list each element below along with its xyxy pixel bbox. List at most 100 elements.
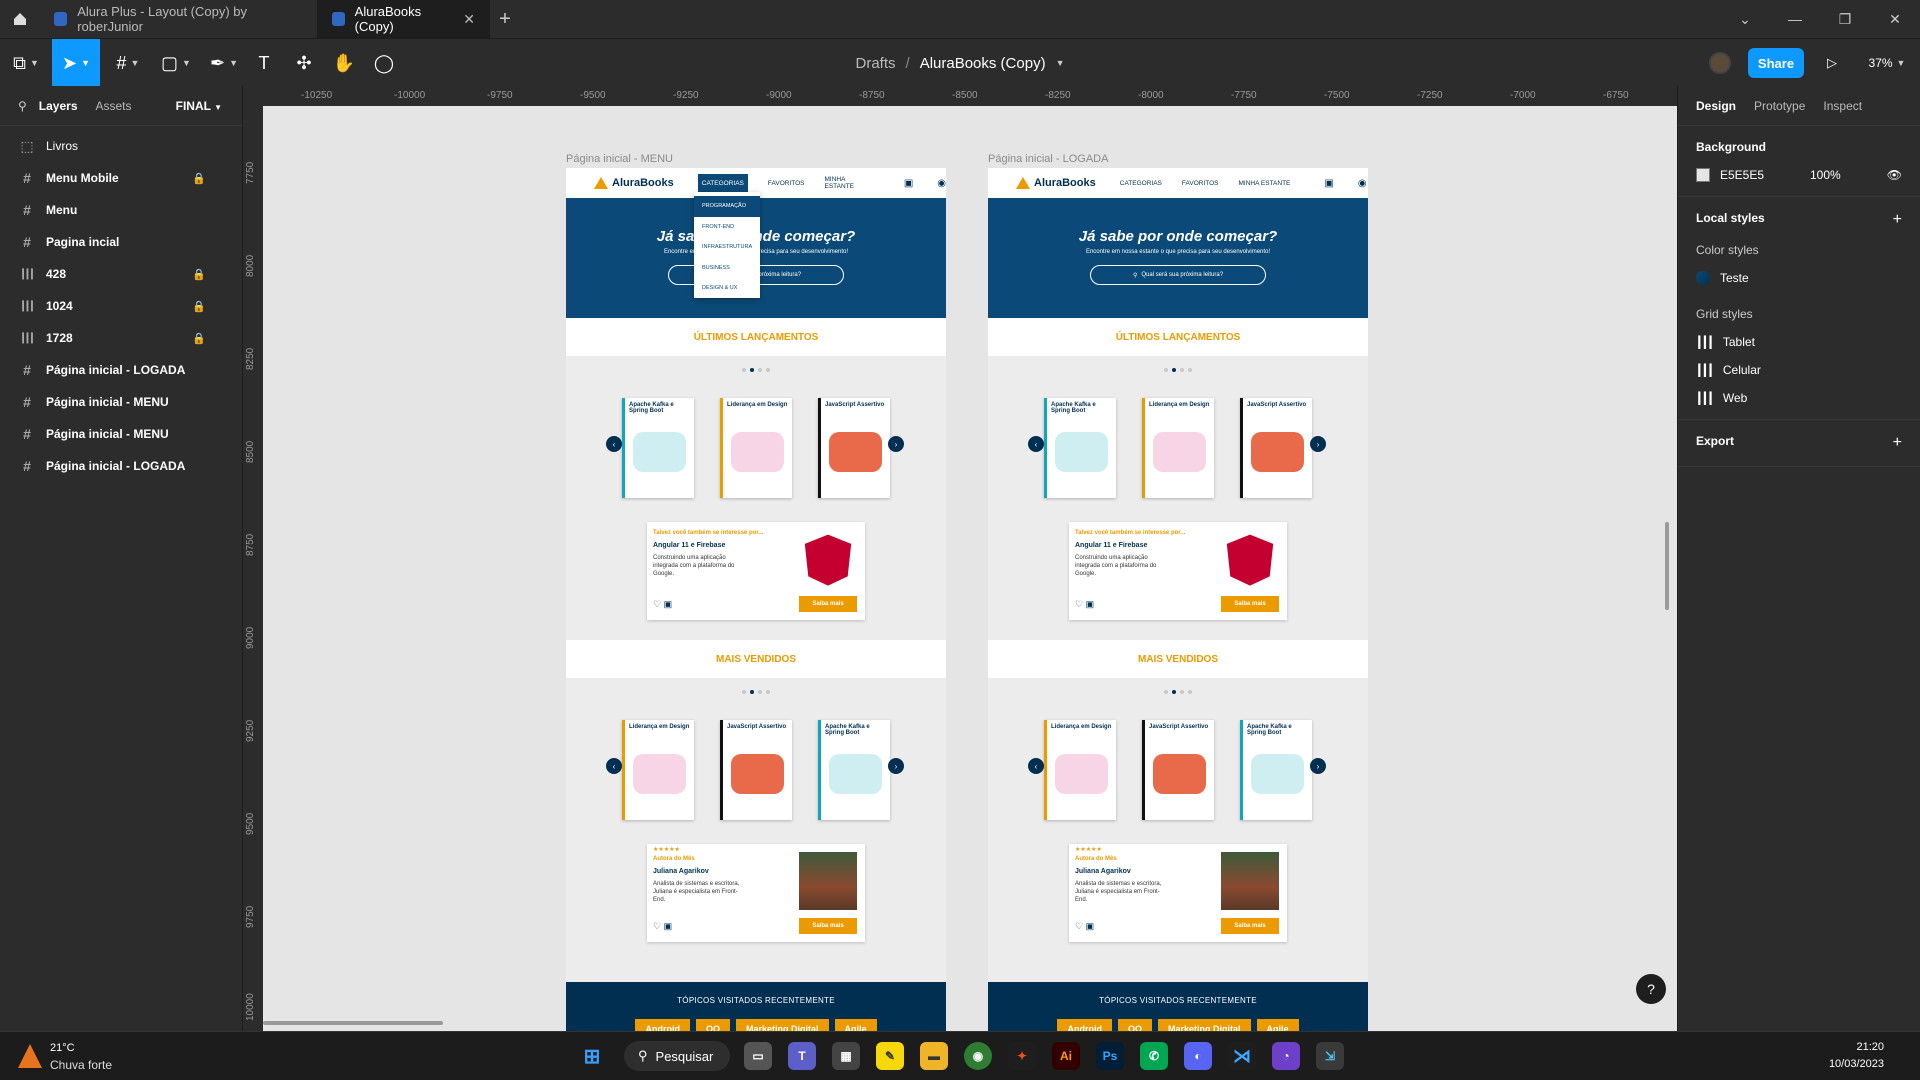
main-menu-button[interactable]: ⧉ ▼ [6,39,46,87]
carousel-dot[interactable] [758,368,762,372]
lock-icon[interactable]: 🔒 [192,172,206,185]
chevron-down-icon[interactable]: ⌄ [1720,0,1770,38]
card2-button[interactable]: Saiba mais [799,918,857,934]
comment-tool[interactable]: ◯ [372,39,396,87]
canvas[interactable]: -10250 -10000 -9750 -9500 -9250 -9000 -8750 -85… [243,86,1677,1031]
carousel-dot[interactable] [1172,368,1176,372]
plus-icon[interactable]: + [1893,211,1902,229]
illustrator-icon[interactable]: Ai [1052,1042,1080,1070]
layer-item[interactable]: ┃┃┃ 1024 🔒 [0,290,242,322]
plus-icon[interactable]: + [1893,434,1902,452]
lock-icon[interactable]: 🔒 [192,332,206,345]
weather-warning-icon[interactable] [18,1044,42,1068]
nav-link[interactable]: CATEGORIAS [1120,180,1162,187]
page-selector[interactable]: FINAL ▼ [176,99,222,113]
carousel-dot[interactable] [742,690,746,694]
color-style-item[interactable]: Teste [1696,271,1902,285]
bag-icon[interactable]: ▣ [664,921,673,931]
site-logo[interactable]: AluraBooks [1016,177,1096,189]
frame-label-menu[interactable]: Página inicial - MENU [566,153,673,165]
dropdown-item[interactable]: BUSINESS [694,258,760,279]
topic-tag[interactable]: OO [1117,1019,1152,1031]
phone-app-icon[interactable]: ✆ [1140,1042,1168,1070]
background-swatch[interactable] [1696,168,1710,182]
dropdown-item[interactable]: PROGRAMAÇÃO [694,196,760,217]
carousel-dot[interactable] [1164,368,1168,372]
task-view-icon[interactable]: ▭ [744,1042,772,1070]
pen-tool[interactable]: ✒ ▼ [204,39,244,87]
nav-link[interactable]: FAVORITOS [1182,180,1219,187]
frame-pagina-inicial-menu[interactable]: AluraBooks CATEGORIAS FAVORITOS MINHA ESTAN… [566,168,946,1031]
search-icon[interactable]: ⚲ [18,99,27,113]
calculator-icon[interactable]: ▦ [832,1042,860,1070]
carousel-dot[interactable] [766,690,770,694]
grid-style-item[interactable]: ┃┃┃ Tablet [1696,335,1902,349]
book-card[interactable]: Liderança em Design [1044,720,1116,820]
sticky-notes-icon[interactable]: ✎ [876,1042,904,1070]
layer-item[interactable]: # Página inicial - LOGADA [0,450,242,482]
frame-pagina-inicial-logada[interactable]: AluraBooks CATEGORIAS FAVORITOS MINHA ESTAN… [988,168,1368,1031]
carousel-next-button[interactable]: › [888,436,904,452]
book-card[interactable]: JavaScript Assertivo [720,720,792,820]
book-card[interactable]: Apache Kafka e Spring Boot [622,398,694,498]
layer-item[interactable]: ┃┃┃ 428 🔒 [0,258,242,290]
carousel-next-button[interactable]: › [1310,758,1326,774]
site-logo[interactable]: AluraBooks [594,177,674,189]
tab-layers[interactable]: Layers [39,99,78,113]
layer-item[interactable]: # Menu Mobile 🔒 [0,162,242,194]
card1-button[interactable]: Saiba mais [799,596,857,612]
file-name[interactable]: AluraBooks (Copy) [920,55,1046,72]
weather-temp[interactable]: 21°C [50,1042,75,1054]
weather-desc[interactable]: Chuva forte [50,1058,112,1072]
grid-style-item[interactable]: ┃┃┃ Web [1696,391,1902,405]
lock-icon[interactable]: 🔒 [192,300,206,313]
lock-icon[interactable]: 🔒 [192,268,206,281]
taskbar-search[interactable]: ⚲ Pesquisar [624,1041,730,1071]
vscode-icon[interactable]: ⋊ [1228,1042,1256,1070]
book-card[interactable]: JavaScript Assertivo [1142,720,1214,820]
close-window-button[interactable]: ✕ [1870,0,1920,38]
heart-icon[interactable]: ♡ [653,599,664,609]
taskbar-date[interactable]: 10/03/2023 [1829,1058,1884,1070]
layer-item[interactable]: ┃┃┃ 1728 🔒 [0,322,242,354]
topic-tag[interactable]: Agile [834,1019,877,1031]
chevron-down-icon[interactable]: ▼ [1056,58,1065,68]
close-icon[interactable]: ✕ [463,11,475,28]
carousel-dot[interactable] [750,368,754,372]
hand-tool[interactable]: ✋ [332,39,356,87]
bag-icon[interactable]: ▣ [664,599,673,609]
book-card[interactable]: Liderança em Design [622,720,694,820]
heart-icon[interactable]: ♡ [653,921,664,931]
hero-search-input[interactable]: ⚲Qual será sua próxima leitura? [1090,265,1266,285]
carousel-prev-button[interactable]: ‹ [1028,436,1044,452]
layer-item[interactable]: # Menu [0,194,242,226]
nav-link[interactable]: MINHA ESTANTE [1239,180,1291,187]
topic-tag[interactable]: Android [635,1019,690,1031]
topic-tag[interactable]: Agile [1256,1019,1299,1031]
carousel-dot[interactable] [766,368,770,372]
carousel-dot[interactable] [742,368,746,372]
heart-icon[interactable]: ♡ [1075,921,1086,931]
book-card[interactable]: JavaScript Assertivo [818,398,890,498]
carousel-dot[interactable] [1180,690,1184,694]
carousel-prev-button[interactable]: ‹ [606,758,622,774]
carousel-prev-button[interactable]: ‹ [1028,758,1044,774]
dropdown-item[interactable]: DESIGN & UX [694,278,760,299]
layer-item[interactable]: # Pagina incial [0,226,242,258]
book-card[interactable]: JavaScript Assertivo [1240,398,1312,498]
help-button[interactable]: ? [1636,974,1666,1004]
layer-item[interactable]: # Página inicial - MENU [0,418,242,450]
book-card[interactable]: Apache Kafka e Spring Boot [1240,720,1312,820]
teams-icon[interactable]: T [788,1042,816,1070]
topic-tag[interactable]: Android [1057,1019,1112,1031]
carousel-dot[interactable] [1180,368,1184,372]
zoom-menu[interactable]: 37% ▼ [1862,39,1912,87]
carousel-prev-button[interactable]: ‹ [606,436,622,452]
book-card[interactable]: Liderança em Design [720,398,792,498]
drafts-link[interactable]: Drafts [856,55,896,72]
carousel-dot[interactable] [1172,690,1176,694]
dropdown-item[interactable]: INFRAESTRUTURA [694,237,760,258]
background-opacity[interactable]: 100% [1810,168,1841,182]
bag-icon[interactable]: ▣ [904,178,913,189]
resources-tool[interactable]: ✣ [292,39,316,87]
